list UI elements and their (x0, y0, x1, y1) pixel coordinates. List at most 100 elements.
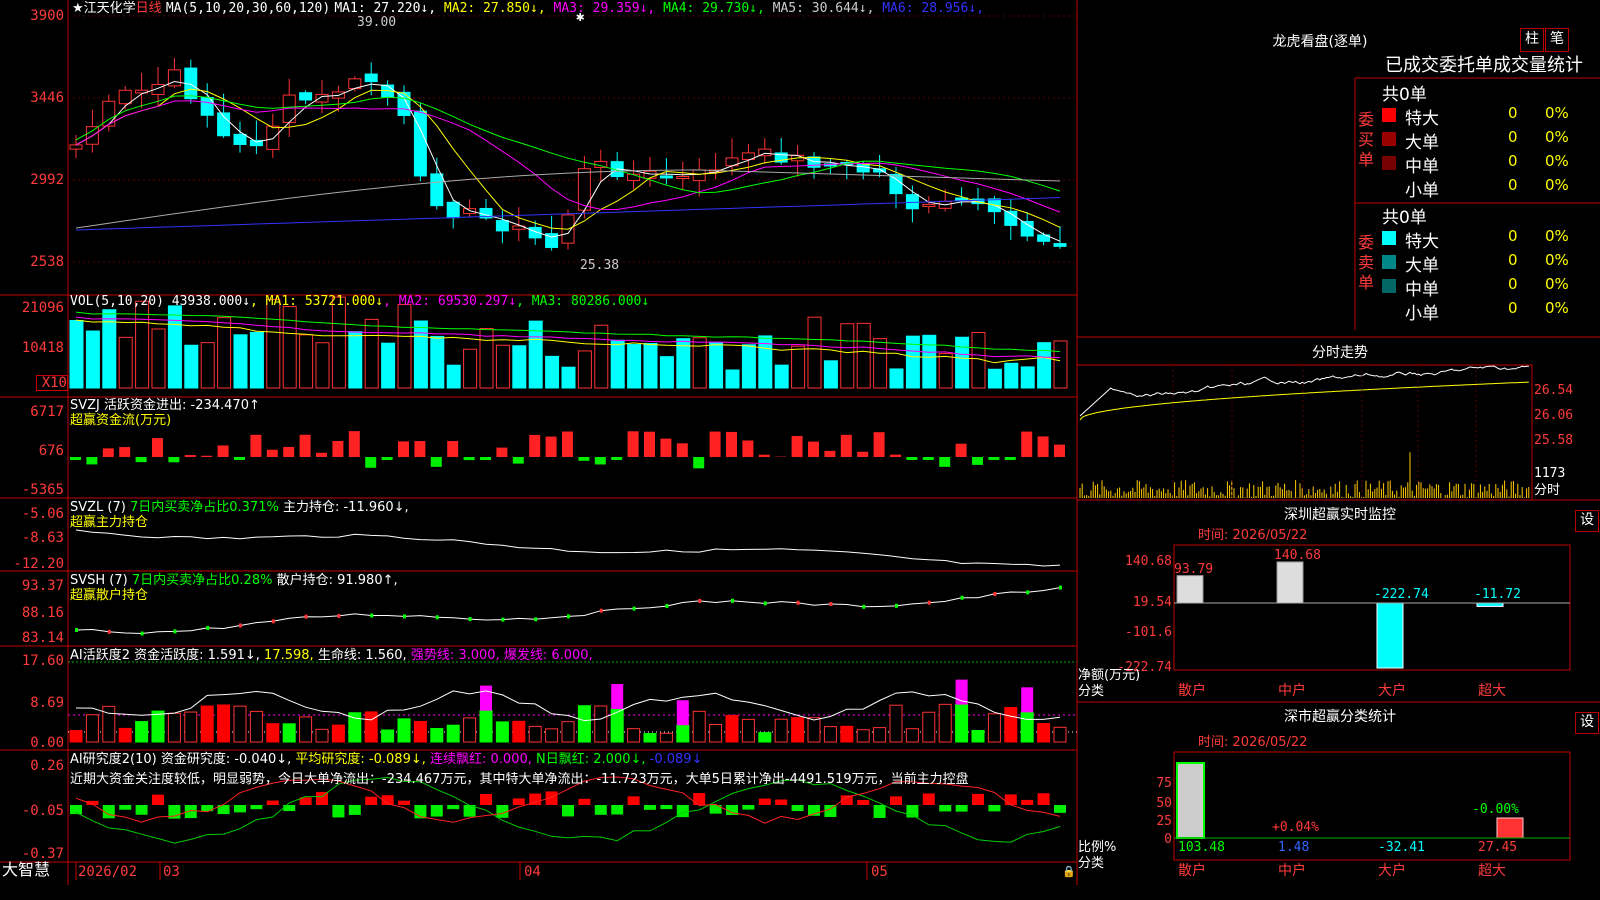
activity-bar (512, 720, 526, 743)
sell-row-value: 0 (1508, 227, 1518, 245)
monitor-category: 大户 (1378, 683, 1406, 699)
volume-bar (1037, 342, 1052, 389)
candle-body (692, 169, 706, 182)
flow-bar (594, 457, 606, 465)
vol-header: VOL(5,10,20) 43938.000↓, MA1: 53721.000↓… (70, 294, 650, 309)
candle-body (299, 92, 313, 101)
flow-bar (184, 455, 196, 457)
svsh-tick (435, 615, 439, 620)
ai-active-axis-label: 0.00 (30, 735, 64, 751)
volume-bar (1053, 340, 1068, 389)
volume-bar (791, 345, 806, 389)
volume-bar (85, 330, 100, 389)
timeshare-title: 分时走势 (1312, 345, 1368, 361)
research-bar (512, 798, 525, 805)
flow-bar (578, 457, 590, 461)
flow-bar (414, 441, 426, 457)
flow-bar (922, 457, 934, 460)
monitor-category-label: 分类 (1078, 684, 1105, 699)
sell-row-value: 0 (1508, 275, 1518, 293)
research-bar (1004, 794, 1017, 805)
sell-swatch (1382, 303, 1396, 317)
candle-body (315, 93, 329, 103)
volume-bar (725, 369, 740, 389)
svsh-tick (75, 628, 78, 633)
volume-bar (315, 342, 330, 389)
svsh-line (75, 587, 1061, 635)
volume-bar (233, 334, 248, 389)
activity-bar (1020, 711, 1034, 743)
volume-bar (348, 331, 363, 389)
activity-bar (495, 721, 509, 743)
candle-body (659, 175, 673, 179)
flow-bar (742, 440, 754, 457)
lock-icon[interactable]: 🔒 (1062, 864, 1076, 879)
stats-header: 已成交委托单成交量统计 (1385, 55, 1583, 76)
price-axis-label: 2538 (30, 254, 64, 270)
monitor-bar-1 (1176, 575, 1204, 604)
research-bar (972, 793, 984, 805)
volume-bar (413, 320, 428, 389)
marker-icon: ✱ (576, 9, 585, 25)
volume-bar (823, 360, 838, 389)
sz-class-settings-button[interactable]: 设 (1575, 712, 1599, 734)
class-bar-1 (1176, 762, 1205, 839)
research-bar (988, 805, 1001, 812)
period-label: 日线 (135, 1, 162, 16)
volume-bar (331, 296, 346, 389)
monitor-bar-2 (1276, 561, 1304, 604)
buy-row-pct: 0% (1545, 104, 1569, 122)
activity-bar (364, 711, 378, 743)
flow-bar (1004, 457, 1016, 460)
volume-bar (627, 344, 642, 389)
sell-swatch (1382, 279, 1396, 293)
flow-bar (283, 446, 295, 457)
activity-peak (676, 700, 689, 726)
sz-monitor-title: 深圳超赢实时监控 (1284, 507, 1396, 523)
vol-axis-label: 21096 (21, 300, 64, 316)
flow-bar (562, 431, 573, 457)
volume-bar (381, 342, 396, 389)
svsh-tick (567, 614, 570, 619)
flow-bar (873, 432, 885, 457)
stock-name: 江天化学 (83, 1, 136, 16)
vol-axis-label: 10418 (21, 340, 64, 356)
svsh-axis-label: 88.16 (21, 605, 64, 621)
monitor-axis-label: 140.68 (1125, 554, 1172, 569)
buy-swatch (1382, 156, 1396, 170)
sz-monitor-settings-button[interactable]: 设 (1575, 510, 1599, 532)
activity-bar (905, 728, 919, 743)
volume-bar (741, 344, 756, 389)
svsh-tick (107, 629, 111, 634)
candle-body (1020, 220, 1034, 237)
volume-bar (610, 339, 625, 389)
ma-value-4: MA4: 29.730↓, (655, 1, 765, 16)
tick-mode-button[interactable]: 笔 (1545, 28, 1569, 52)
monitor-value-label: -11.72 (1474, 587, 1521, 602)
flow-bar (660, 438, 672, 457)
flow-bar (726, 431, 737, 457)
svzj-axis-label: 676 (38, 443, 64, 459)
buy-swatch (1382, 132, 1396, 146)
ai-active-axis-label: 17.60 (21, 653, 64, 669)
vol-ma-2: , MA2: 69530.297↓ (383, 294, 517, 309)
price-axis-label: 2992 (30, 172, 64, 188)
research-bar (1037, 793, 1050, 805)
low-price-label: 25.38 (580, 258, 620, 273)
bar-mode-button[interactable]: 柱 (1520, 28, 1544, 52)
price-axis-label: 3446 (30, 90, 64, 106)
svzl-axis-label: -5.06 (21, 506, 64, 522)
research-bar (758, 798, 771, 805)
volume-bar (495, 344, 510, 389)
volume-bar (840, 323, 855, 389)
research-bar (890, 796, 902, 805)
flow-bar (119, 447, 131, 457)
buy-row-pct: 0% (1545, 152, 1569, 170)
class-category: 大户 (1378, 863, 1406, 879)
svsh-tick (239, 623, 242, 628)
volume-bar (545, 355, 560, 389)
svsh-axis-label: 93.37 (21, 578, 64, 594)
class-axis-label: 50 (1156, 796, 1172, 811)
ma-value-5: MA5: 30.644↓, (764, 1, 875, 16)
sell-row-pct: 0% (1545, 275, 1569, 293)
